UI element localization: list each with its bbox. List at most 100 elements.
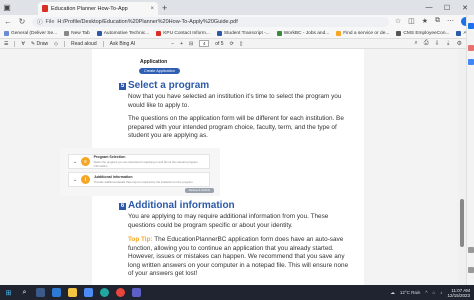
- address-prefix: File: [45, 18, 55, 25]
- edge-icon[interactable]: [100, 288, 109, 297]
- rotate-icon[interactable]: ⟳: [230, 41, 234, 47]
- divider: [14, 40, 16, 47]
- zoom-out-button[interactable]: −: [171, 41, 174, 47]
- top-tip: Top Tip: The EducationPlannerBC applicat…: [128, 236, 353, 279]
- bookmark-icon: [64, 30, 70, 36]
- task-view-icon[interactable]: [36, 288, 45, 297]
- info-icon: i: [81, 175, 91, 184]
- bookmark-item[interactable]: Student Transcript -...: [216, 30, 270, 36]
- window-menu-icon[interactable]: ▣: [0, 0, 14, 15]
- bookmark-item[interactable]: KPU Contact Inform...: [156, 30, 210, 36]
- outlook-icon[interactable]: [468, 59, 474, 65]
- zoom-in-button[interactable]: +: [180, 41, 183, 47]
- contents-icon[interactable]: ☰: [4, 41, 8, 47]
- maximize-icon[interactable]: ☐: [438, 0, 456, 15]
- settings-icon[interactable]: ⚙: [457, 40, 462, 47]
- step-text: Program Selection Select the program you…: [94, 155, 205, 168]
- section-title: Additional information: [128, 200, 235, 211]
- volume-icon[interactable]: ♪: [440, 290, 442, 295]
- search-icon[interactable]: ⌕: [414, 40, 417, 47]
- save-as-icon[interactable]: ⇣: [446, 40, 451, 47]
- tray-chevron-icon[interactable]: ^: [425, 290, 427, 295]
- paragraph: Now that you have selected an institutio…: [128, 93, 342, 109]
- search-icon[interactable]: ⌕: [20, 288, 29, 297]
- teams-icon[interactable]: [132, 288, 141, 297]
- address-bar[interactable]: ⓘ File H:/Profile/Desktop/Education%20Pl…: [32, 16, 389, 27]
- widgets-icon[interactable]: [52, 288, 61, 297]
- minimize-icon[interactable]: —: [420, 0, 438, 15]
- section-number: 5: [119, 83, 126, 90]
- split-screen-icon[interactable]: ◫: [408, 17, 415, 26]
- bookmark-item[interactable]: Find a service or de...: [336, 30, 390, 36]
- window-controls: — ☐ ✕: [420, 0, 474, 15]
- section-title: Select a program: [128, 80, 210, 91]
- bookmark-icon: [4, 30, 9, 36]
- chevron-down-icon: ⌄: [73, 176, 78, 183]
- favorite-icon[interactable]: ☆: [395, 17, 401, 26]
- tab-close-icon[interactable]: ×: [150, 6, 154, 12]
- info-icon: ⓘ: [37, 19, 43, 26]
- bookmark-label: WorkBC - Jobs and...: [283, 30, 330, 36]
- close-window-icon[interactable]: ✕: [456, 0, 474, 15]
- extensions-icon[interactable]: ⋯: [447, 17, 454, 26]
- pdf-icon: [42, 5, 48, 12]
- tab-strip: ▣ Education Planner How-To-App × + — ☐ ✕: [0, 0, 474, 15]
- tab-title: Education Planner How-To-App: [51, 5, 128, 12]
- store-icon[interactable]: [84, 288, 93, 297]
- bookmark-item[interactable]: Automotive Technic...: [96, 30, 149, 36]
- new-tab-button[interactable]: +: [162, 2, 167, 15]
- system-tray: ☁ 12°C Rain ^ ⌂ ♪ 11:07 AM 12/15/2023: [390, 288, 470, 298]
- page-number-input[interactable]: 4: [199, 40, 210, 47]
- bookmark-icon: [336, 30, 342, 36]
- weather-icon[interactable]: ☁: [390, 290, 395, 296]
- bookmark-item[interactable]: New Tab: [64, 30, 90, 36]
- tab-education-planner[interactable]: Education Planner How-To-App ×: [38, 2, 158, 15]
- settings-icon[interactable]: [468, 267, 474, 273]
- tip-text: The EducationPlannerBC application form …: [128, 236, 349, 278]
- bookmark-item[interactable]: WorkBC - Jobs and...: [276, 30, 330, 36]
- back-icon[interactable]: ←: [4, 17, 12, 26]
- paragraph: You are applying to may require addition…: [128, 213, 329, 229]
- collections-icon[interactable]: ⧉: [435, 17, 440, 26]
- tools-icon[interactable]: [468, 45, 474, 51]
- step-text: Additional Information Provide additiona…: [94, 175, 192, 184]
- erase-icon[interactable]: ◇: [54, 41, 58, 47]
- scrollbar-thumb[interactable]: [460, 199, 464, 247]
- divider: [64, 40, 66, 47]
- start-icon[interactable]: ⊞: [4, 288, 13, 297]
- bookmark-label: KPU Contact Inform...: [163, 30, 210, 36]
- bookmark-item[interactable]: General (Deliver Se...: [4, 30, 57, 36]
- bookmark-label: Find a service or de...: [343, 30, 390, 36]
- ask-bing-button[interactable]: Ask Bing AI: [110, 41, 136, 47]
- network-icon[interactable]: ⌂: [433, 290, 436, 295]
- save-icon[interactable]: ⇩: [435, 40, 440, 47]
- refresh-icon[interactable]: ↻: [18, 17, 26, 26]
- bookmark-item[interactable]: CMS EmployeeCon...: [396, 30, 450, 36]
- program-screenshot: ⌄ ≡ Program Selection Select the program…: [60, 148, 220, 196]
- print-icon[interactable]: ⎙: [424, 40, 429, 47]
- bookmark-icon: [456, 30, 462, 36]
- explorer-icon[interactable]: [68, 288, 77, 297]
- highlight-icon[interactable]: ∀: [21, 41, 24, 47]
- favorites-icon[interactable]: ★: [422, 17, 428, 26]
- bookmark-icon: [156, 30, 162, 36]
- bookmark-label: CMS EmployeeCon...: [403, 30, 450, 36]
- chrome-icon[interactable]: [116, 288, 125, 297]
- copilot-icon[interactable]: [468, 23, 474, 29]
- weather-text[interactable]: 12°C Rain: [400, 290, 421, 295]
- clock[interactable]: 11:07 AM 12/15/2023: [447, 288, 470, 298]
- vertical-scrollbar[interactable]: [458, 49, 466, 285]
- bookmark-icon: [96, 30, 102, 36]
- paragraph: The questions on the application form wi…: [128, 115, 344, 140]
- fullscreen-icon[interactable]: [468, 247, 474, 253]
- page-view-icon[interactable]: ▯: [240, 41, 243, 47]
- tip-label: Top Tip:: [128, 236, 153, 243]
- draw-button[interactable]: ✎ Draw: [31, 41, 48, 47]
- bookmarks-bar: General (Deliver Se... New Tab Automotive …: [0, 28, 474, 39]
- address-row: ← ↻ ⓘ File H:/Profile/Desktop/Education%…: [0, 15, 474, 28]
- pdf-toolbar: ☰ ∀ ✎ Draw ◇ Read aloud Ask Bing AI − + …: [0, 39, 466, 49]
- address-url: H:/Profile/Desktop/Education%20Planner%2…: [57, 18, 238, 25]
- bookmark-label: New Tab: [71, 30, 90, 36]
- fit-page-icon[interactable]: ⊟: [189, 41, 193, 47]
- read-aloud-button[interactable]: Read aloud: [71, 41, 97, 47]
